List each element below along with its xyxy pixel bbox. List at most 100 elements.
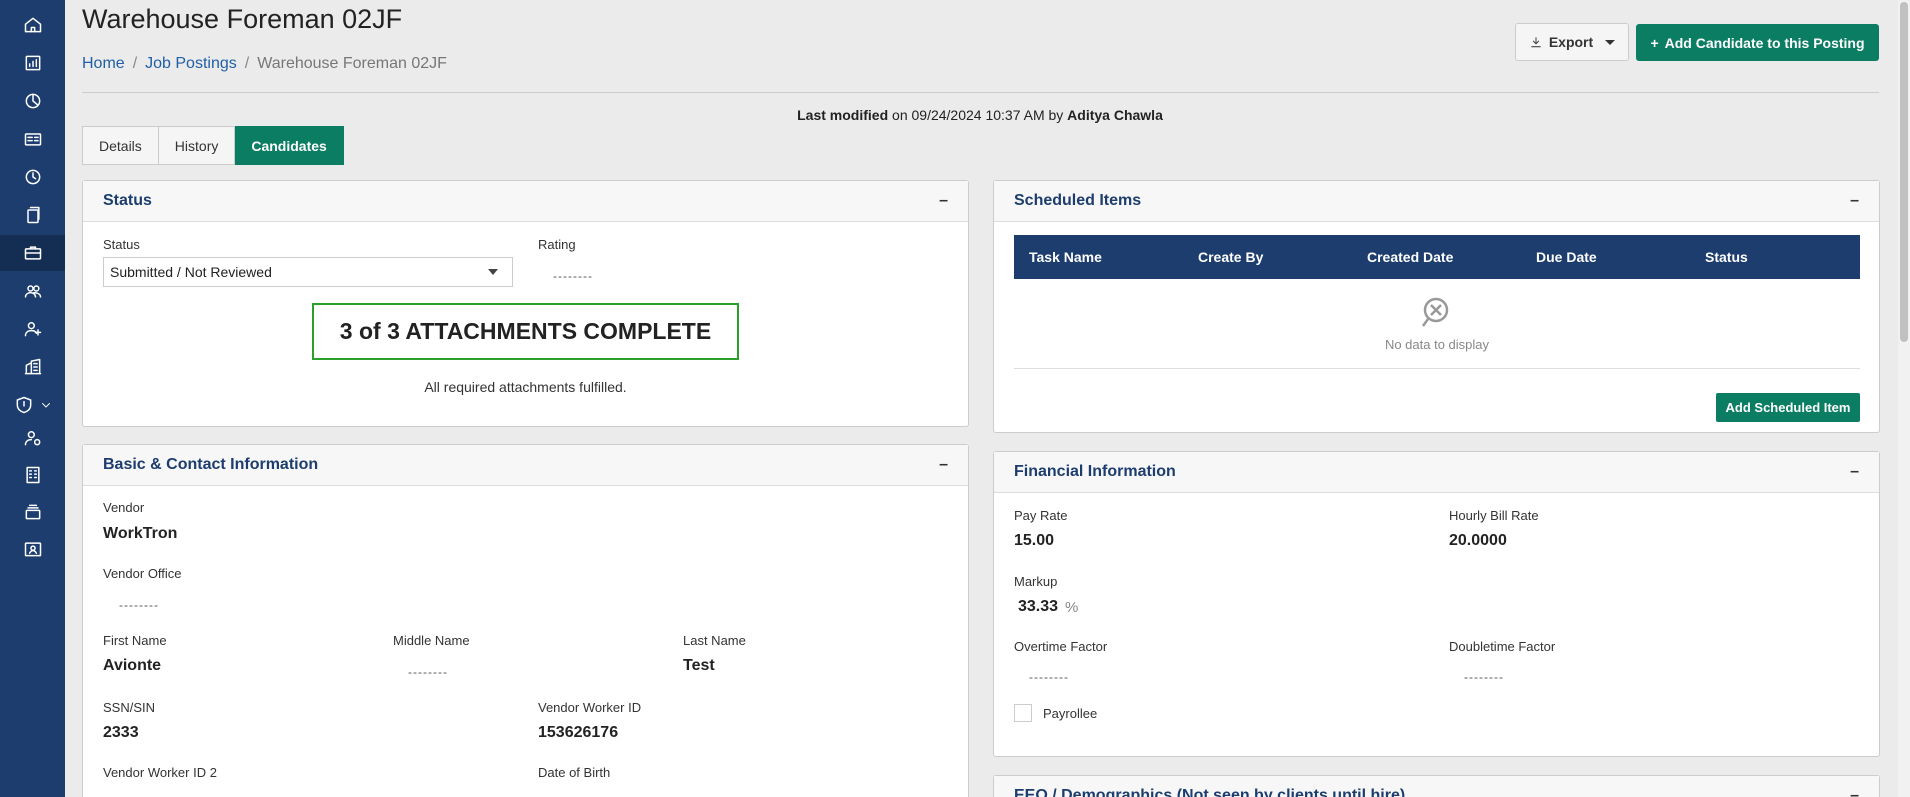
attachments-note: All required attachments fulfilled. — [424, 379, 627, 395]
column-created-date[interactable]: Created Date — [1352, 249, 1521, 265]
last-modified: Last modified on 09/24/2024 10:37 AM by … — [0, 107, 1910, 123]
pay-rate-label: Pay Rate — [1014, 508, 1068, 523]
column-create-by[interactable]: Create By — [1183, 249, 1352, 265]
doubletime-factor-value: -------- — [1464, 670, 1504, 684]
empty-state-text: No data to display — [1384, 337, 1490, 352]
sidebar-item-user-settings[interactable] — [0, 420, 65, 456]
add-candidate-label: Add Candidate to this Posting — [1664, 34, 1865, 51]
sidebar-item-security[interactable] — [0, 387, 65, 423]
tab-details[interactable]: Details — [82, 126, 159, 165]
user-settings-icon — [24, 431, 40, 446]
page-title: Warehouse Foreman 02JF — [82, 4, 403, 34]
markup-unit: % — [1065, 599, 1079, 616]
sidebar-item-reports[interactable] — [0, 45, 65, 81]
column-task-name[interactable]: Task Name — [1014, 249, 1183, 265]
no-data-icon — [1421, 297, 1449, 327]
plus-icon: + — [1650, 34, 1659, 51]
eeo-panel-title: EEO / Demographics (Not seen by clients … — [1014, 787, 1406, 797]
scrollbar-thumb[interactable] — [1900, 2, 1908, 342]
sidebar-item-workers[interactable] — [0, 273, 65, 309]
hourly-bill-rate-value: 20.0000 — [1449, 532, 1507, 549]
collapse-button[interactable]: – — [1850, 192, 1859, 210]
ssn-label: SSN/SIN — [103, 700, 156, 715]
breadcrumb-home[interactable]: Home — [82, 55, 125, 73]
financial-panel-title: Financial Information — [1014, 463, 1176, 480]
collapse-button[interactable]: – — [1850, 787, 1859, 797]
shield-icon — [16, 396, 31, 414]
vendor-worker-id-label: Vendor Worker ID — [538, 700, 642, 715]
vendor-value: WorkTron — [103, 525, 178, 542]
users-icon — [24, 285, 41, 298]
hourly-bill-rate-label: Hourly Bill Rate — [1449, 508, 1539, 523]
last-name-label: Last Name — [683, 633, 746, 648]
sidebar-item-contacts[interactable] — [0, 531, 65, 567]
sidebar-item-job-postings[interactable] — [0, 235, 65, 271]
status-panel: Status – Status Submitted / Not Reviewed… — [82, 180, 969, 427]
status-select[interactable]: Submitted / Not Reviewed — [103, 257, 513, 287]
eeo-panel-header: EEO / Demographics (Not seen by clients … — [994, 776, 1879, 797]
contact-card-icon — [24, 542, 41, 557]
eeo-panel: EEO / Demographics (Not seen by clients … — [993, 775, 1880, 797]
chevron-down-icon — [41, 403, 50, 408]
last-modified-label: Last modified — [797, 107, 889, 123]
payrollee-checkbox[interactable] — [1014, 704, 1032, 722]
vendor-office-label: Vendor Office — [103, 566, 182, 581]
last-modified-user: Aditya Chawla — [1067, 107, 1163, 123]
last-modified-date: on 09/24/2024 10:37 AM by — [892, 107, 1064, 123]
first-name-label: First Name — [103, 633, 167, 648]
add-candidate-button[interactable]: + Add Candidate to this Posting — [1636, 24, 1879, 61]
rating-label: Rating — [538, 237, 576, 252]
sidebar-item-time[interactable] — [0, 159, 65, 195]
overtime-factor-value: -------- — [1029, 670, 1069, 684]
sidebar-item-locations[interactable] — [0, 349, 65, 385]
documents-icon — [26, 206, 40, 224]
breadcrumb: Home / Job Postings / Warehouse Foreman … — [82, 55, 447, 73]
caret-down-icon — [1605, 39, 1616, 45]
breadcrumb-separator: / — [132, 55, 138, 72]
scheduled-items-panel-title: Scheduled Items — [1014, 192, 1142, 209]
status-panel-header: Status – — [83, 181, 968, 222]
vendor-office-value: -------- — [119, 598, 159, 612]
middle-name-label: Middle Name — [393, 633, 470, 648]
collapse-button[interactable]: – — [1850, 463, 1859, 481]
table-header: Task Name Create By Created Date Due Dat… — [1014, 235, 1860, 279]
empty-state: No data to display — [1014, 279, 1860, 369]
sidebar-item-id-cards[interactable] — [0, 121, 65, 157]
sidebar-item-home[interactable] — [0, 7, 65, 43]
breadcrumb-separator: / — [244, 55, 250, 72]
sidebar-item-clients[interactable] — [0, 457, 65, 493]
briefcase-icon — [24, 246, 41, 260]
collapse-button[interactable]: – — [939, 192, 948, 210]
breadcrumb-job-postings[interactable]: Job Postings — [145, 55, 237, 73]
add-scheduled-item-button[interactable]: Add Scheduled Item — [1716, 393, 1860, 422]
scheduled-items-panel-header: Scheduled Items – — [994, 181, 1879, 222]
basic-contact-panel-header: Basic & Contact Information – — [83, 445, 968, 486]
export-label: Export — [1548, 34, 1594, 50]
office-building-icon — [25, 466, 40, 484]
overtime-factor-label: Overtime Factor — [1014, 639, 1108, 654]
sidebar-item-documents[interactable] — [0, 197, 65, 233]
clock-icon — [25, 169, 40, 185]
breadcrumb-current: Warehouse Foreman 02JF — [257, 55, 447, 72]
basic-contact-panel-title: Basic & Contact Information — [103, 456, 319, 473]
stack-icon — [25, 504, 40, 520]
tab-history[interactable]: History — [158, 126, 236, 165]
export-button[interactable]: Export — [1515, 23, 1629, 61]
first-name-value: Avionte — [103, 657, 162, 674]
caret-down-icon — [488, 269, 498, 275]
column-due-date[interactable]: Due Date — [1521, 249, 1690, 265]
tab-candidates[interactable]: Candidates — [235, 126, 344, 165]
ssn-value: 2333 — [103, 724, 139, 741]
financial-panel: Financial Information – Pay Rate 15.00 H… — [993, 451, 1880, 757]
vendor-label: Vendor — [103, 500, 145, 515]
column-status[interactable]: Status — [1690, 249, 1859, 265]
middle-name-value: -------- — [408, 665, 448, 679]
sidebar-item-add-worker[interactable] — [0, 311, 65, 347]
tab-bar: Details History Candidates — [82, 126, 344, 165]
collapse-button[interactable]: – — [939, 456, 948, 474]
sidebar-item-catalog[interactable] — [0, 494, 65, 530]
add-user-icon — [24, 322, 41, 337]
payrollee-label: Payrollee — [1043, 706, 1098, 721]
dob-label: Date of Birth — [538, 765, 611, 780]
buildings-icon — [24, 358, 41, 375]
